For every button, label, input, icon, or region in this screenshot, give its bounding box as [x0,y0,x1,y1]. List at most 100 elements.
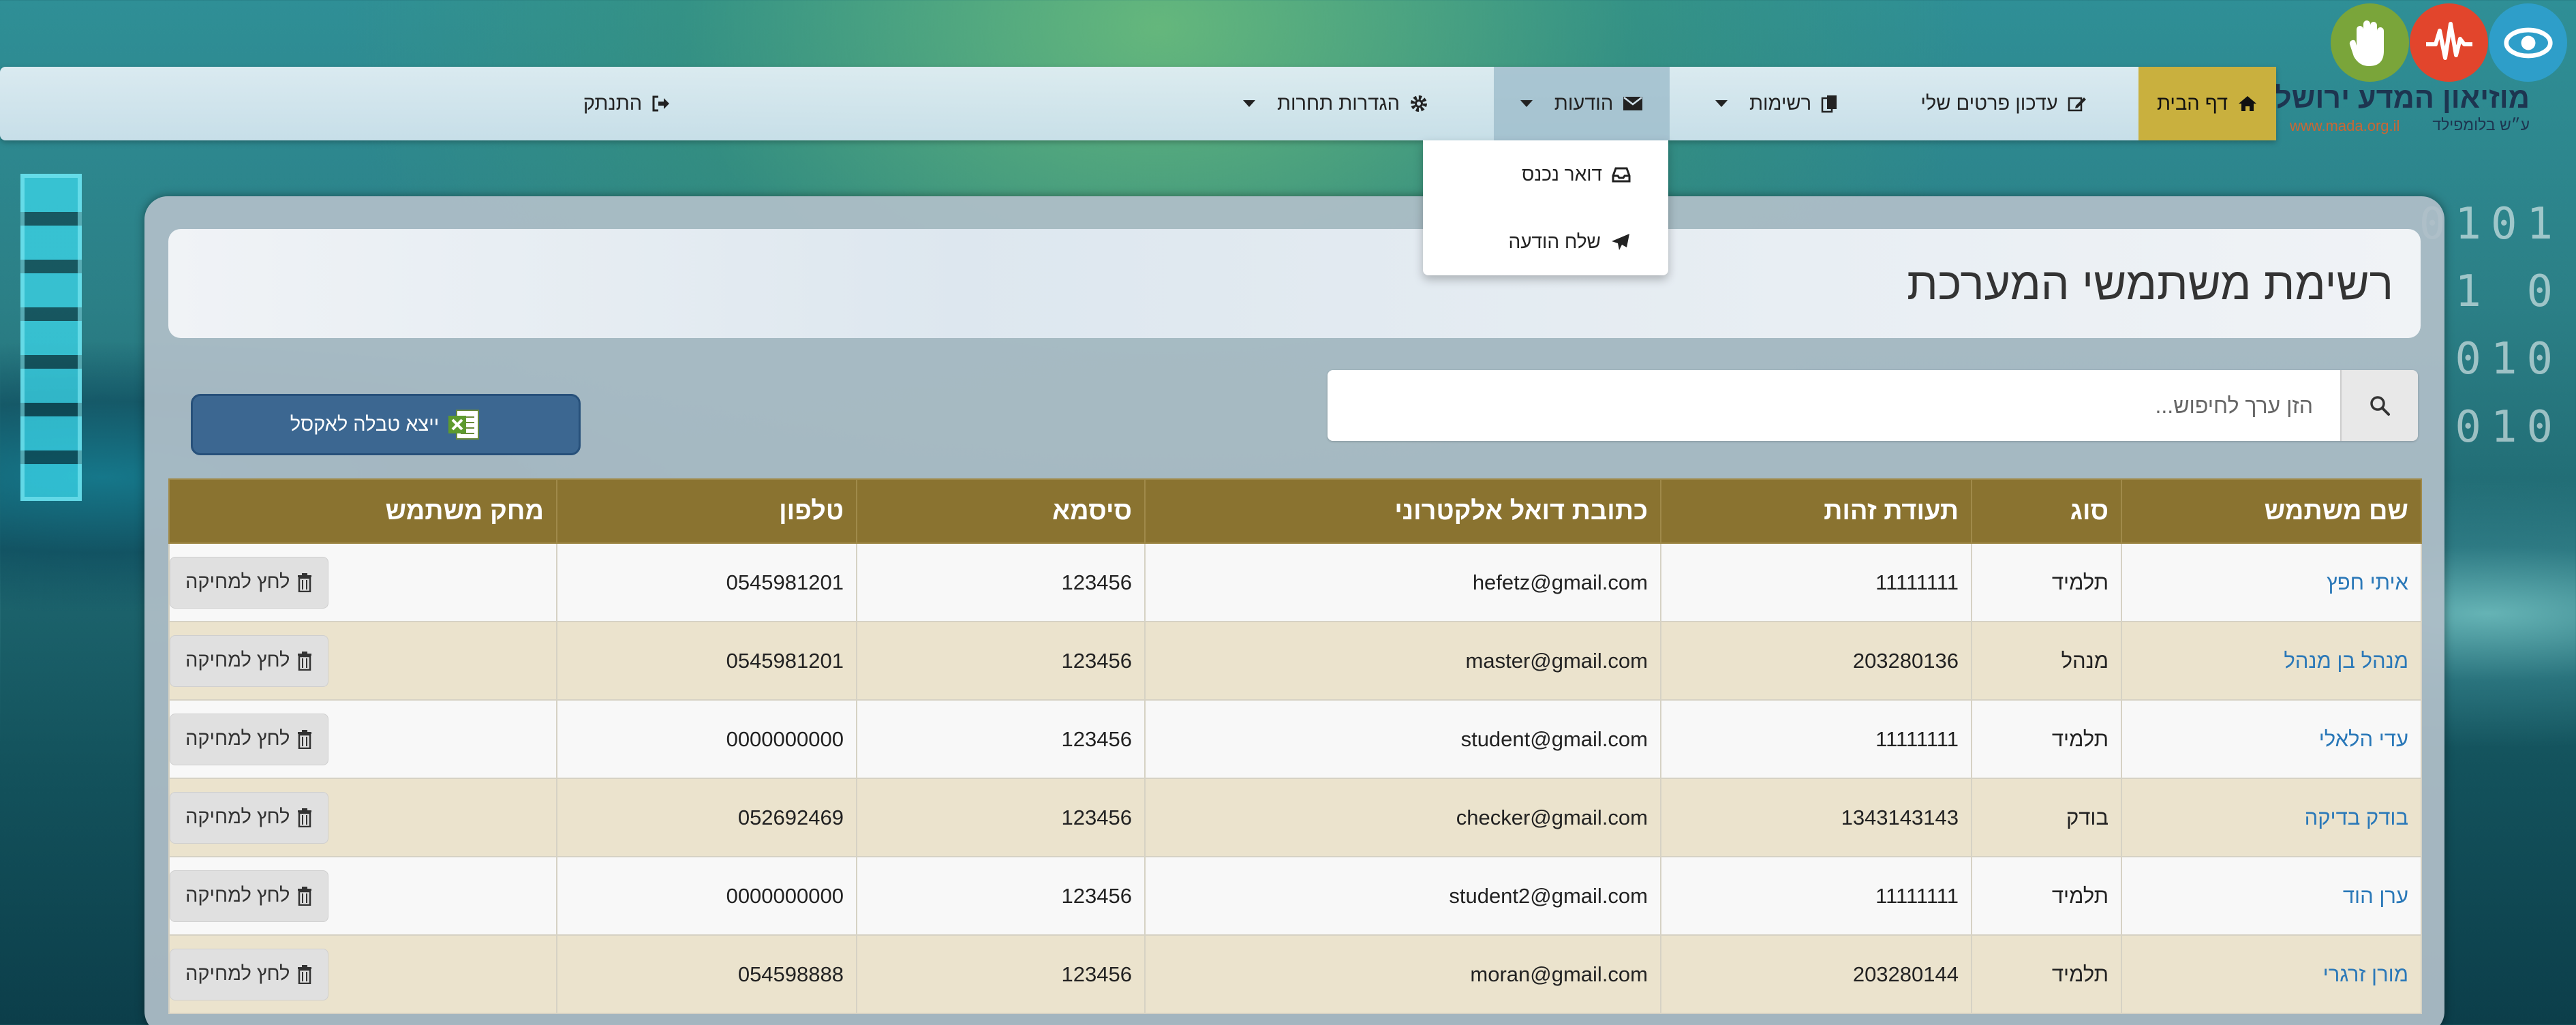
search-icon [2369,395,2391,416]
trash-icon [296,651,313,671]
user-id-cell: 11111111 [1660,542,1972,622]
pulse-icon [2410,3,2488,82]
delete-user-label: לחץ למחיקה [185,806,290,828]
user-type-cell: מנהל [1971,621,2122,701]
search-bar [1328,370,2418,441]
logo-url: www.mada.org.il [2290,117,2400,134]
column-header-delete[interactable]: מחק משתמש [168,478,557,544]
column-header-id[interactable]: תעודת זהות [1660,478,1972,544]
table-row: ערן הוד תלמיד 11111111 student2@gmail.co… [168,856,2422,936]
nav-home[interactable]: דף הבית [2138,67,2276,140]
user-id-cell: 11111111 [1660,856,1972,936]
background-decoration-bars [20,174,82,501]
user-password-cell: 123456 [856,934,1146,1014]
search-input[interactable] [1328,370,2340,441]
user-password-cell: 123456 [856,542,1146,622]
user-password-cell: 123456 [856,778,1146,857]
gear-icon [1409,94,1428,113]
delete-cell: לחץ למחיקה [168,621,557,701]
trash-icon [296,964,313,984]
excel-icon [447,408,481,442]
home-icon [2237,95,2258,112]
user-email-cell: checker@gmail.com [1144,778,1661,857]
column-header-email[interactable]: כתובת דואל אלקטרוני [1144,478,1661,544]
export-excel-button[interactable]: ייצא טבלה לאקסל [191,394,581,455]
nav-logout[interactable]: התנתק [552,67,702,140]
user-id-cell: 203280144 [1660,934,1972,1014]
eye-icon [2489,3,2567,82]
page-title-box: רשימת משתמשי המערכת [168,229,2421,338]
page-title: רשימת משתמשי המערכת [1907,258,2393,309]
nav-messages-label: הודעות [1554,92,1614,114]
delete-cell: לחץ למחיקה [168,934,557,1014]
user-name-link[interactable]: איתי חפץ [2121,542,2422,622]
delete-user-button[interactable]: לחץ למחיקה [170,870,329,922]
chevron-down-icon [1520,100,1533,107]
user-type-cell: תלמיד [1971,934,2122,1014]
delete-user-button[interactable]: לחץ למחיקה [170,713,329,765]
users-table: שם משתמש סוג תעודת זהות כתובת דואל אלקטר… [168,478,2422,1014]
column-header-password[interactable]: סיסמא [856,478,1146,544]
user-phone-cell: 0000000000 [556,856,857,936]
table-row: בודק בדיקה בודק 1343143143 checker@gmail… [168,778,2422,857]
table-row: איתי חפץ תלמיד 11111111 hefetz@gmail.com… [168,542,2422,622]
sign-out-icon [651,95,671,112]
chevron-down-icon [1715,100,1728,107]
trash-icon [296,886,313,906]
column-header-phone[interactable]: טלפון [556,478,857,544]
delete-user-label: לחץ למחיקה [185,885,290,906]
delete-cell: לחץ למחיקה [168,778,557,857]
trash-icon [296,572,313,592]
table-header-row: שם משתמש סוג תעודת זהות כתובת דואל אלקטר… [168,478,2422,544]
user-name-link[interactable]: מנהל בן מנהל [2121,621,2422,701]
menu-item-inbox[interactable]: דואר נכנס [1423,140,1668,208]
logo-title: מוזיאון המדע ירושלים [2245,82,2530,114]
users-table-wrapper: שם משתמש סוג תעודת זהות כתובת דואל אלקטר… [168,478,2422,1014]
delete-user-label: לחץ למחיקה [185,728,290,750]
chevron-down-icon [1242,100,1255,107]
column-header-username[interactable]: שם משתמש [2121,478,2422,544]
nav-update-details-label: עדכון פרטים שלי [1920,92,2058,114]
nav-update-details[interactable]: עדכון פרטים שלי [1895,67,2113,140]
museum-logo[interactable]: מוזיאון המדע ירושלים ע״ש בלומפילד www.ma… [2245,0,2576,140]
envelope-icon [1623,95,1643,112]
user-phone-cell: 0000000000 [556,699,857,779]
edit-icon [2068,95,2087,112]
delete-user-button[interactable]: לחץ למחיקה [170,948,329,1000]
user-password-cell: 123456 [856,621,1146,701]
user-id-cell: 203280136 [1660,621,1972,701]
nav-competition-settings-label: הגדרות תחרות [1276,92,1400,114]
nav-messages[interactable]: הודעות [1494,67,1670,140]
user-email-cell: hefetz@gmail.com [1144,542,1661,622]
delete-user-button[interactable]: לחץ למחיקה [170,634,329,687]
menu-item-send-message-label: שלח הודעה [1508,230,1601,252]
user-email-cell: student@gmail.com [1144,699,1661,779]
top-navbar: דף הבית עדכון פרטים שלי רשימות הודעות הג… [0,67,2276,140]
table-row: מנהל בן מנהל מנהל 203280136 master@gmail… [168,621,2422,701]
delete-user-button[interactable]: לחץ למחיקה [170,556,329,609]
trash-icon [296,808,313,827]
hand-icon [2331,3,2409,82]
user-name-link[interactable]: בודק בדיקה [2121,778,2422,857]
user-email-cell: moran@gmail.com [1144,934,1661,1014]
column-header-type[interactable]: סוג [1971,478,2122,544]
menu-item-send-message[interactable]: שלח הודעה [1423,208,1668,275]
user-name-link[interactable]: מורן זרגרי [2121,934,2422,1014]
delete-user-button[interactable]: לחץ למחיקה [170,791,329,844]
user-name-link[interactable]: עדי הלאלי [2121,699,2422,779]
inbox-icon [1612,166,1631,183]
delete-cell: לחץ למחיקה [168,856,557,936]
user-email-cell: student2@gmail.com [1144,856,1661,936]
table-row: מורן זרגרי תלמיד 203280144 moran@gmail.c… [168,934,2422,1014]
search-button[interactable] [2340,370,2418,441]
export-excel-label: ייצא טבלה לאקסל [290,413,440,435]
user-email-cell: master@gmail.com [1144,621,1661,701]
user-type-cell: תלמיד [1971,856,2122,936]
user-phone-cell: 0545981201 [556,542,857,622]
user-type-cell: בודק [1971,778,2122,857]
user-password-cell: 123456 [856,699,1146,779]
user-name-link[interactable]: ערן הוד [2121,856,2422,936]
nav-lists[interactable]: רשימות [1690,67,1864,140]
user-type-cell: תלמיד [1971,699,2122,779]
nav-competition-settings[interactable]: הגדרות תחרות [1233,67,1438,140]
